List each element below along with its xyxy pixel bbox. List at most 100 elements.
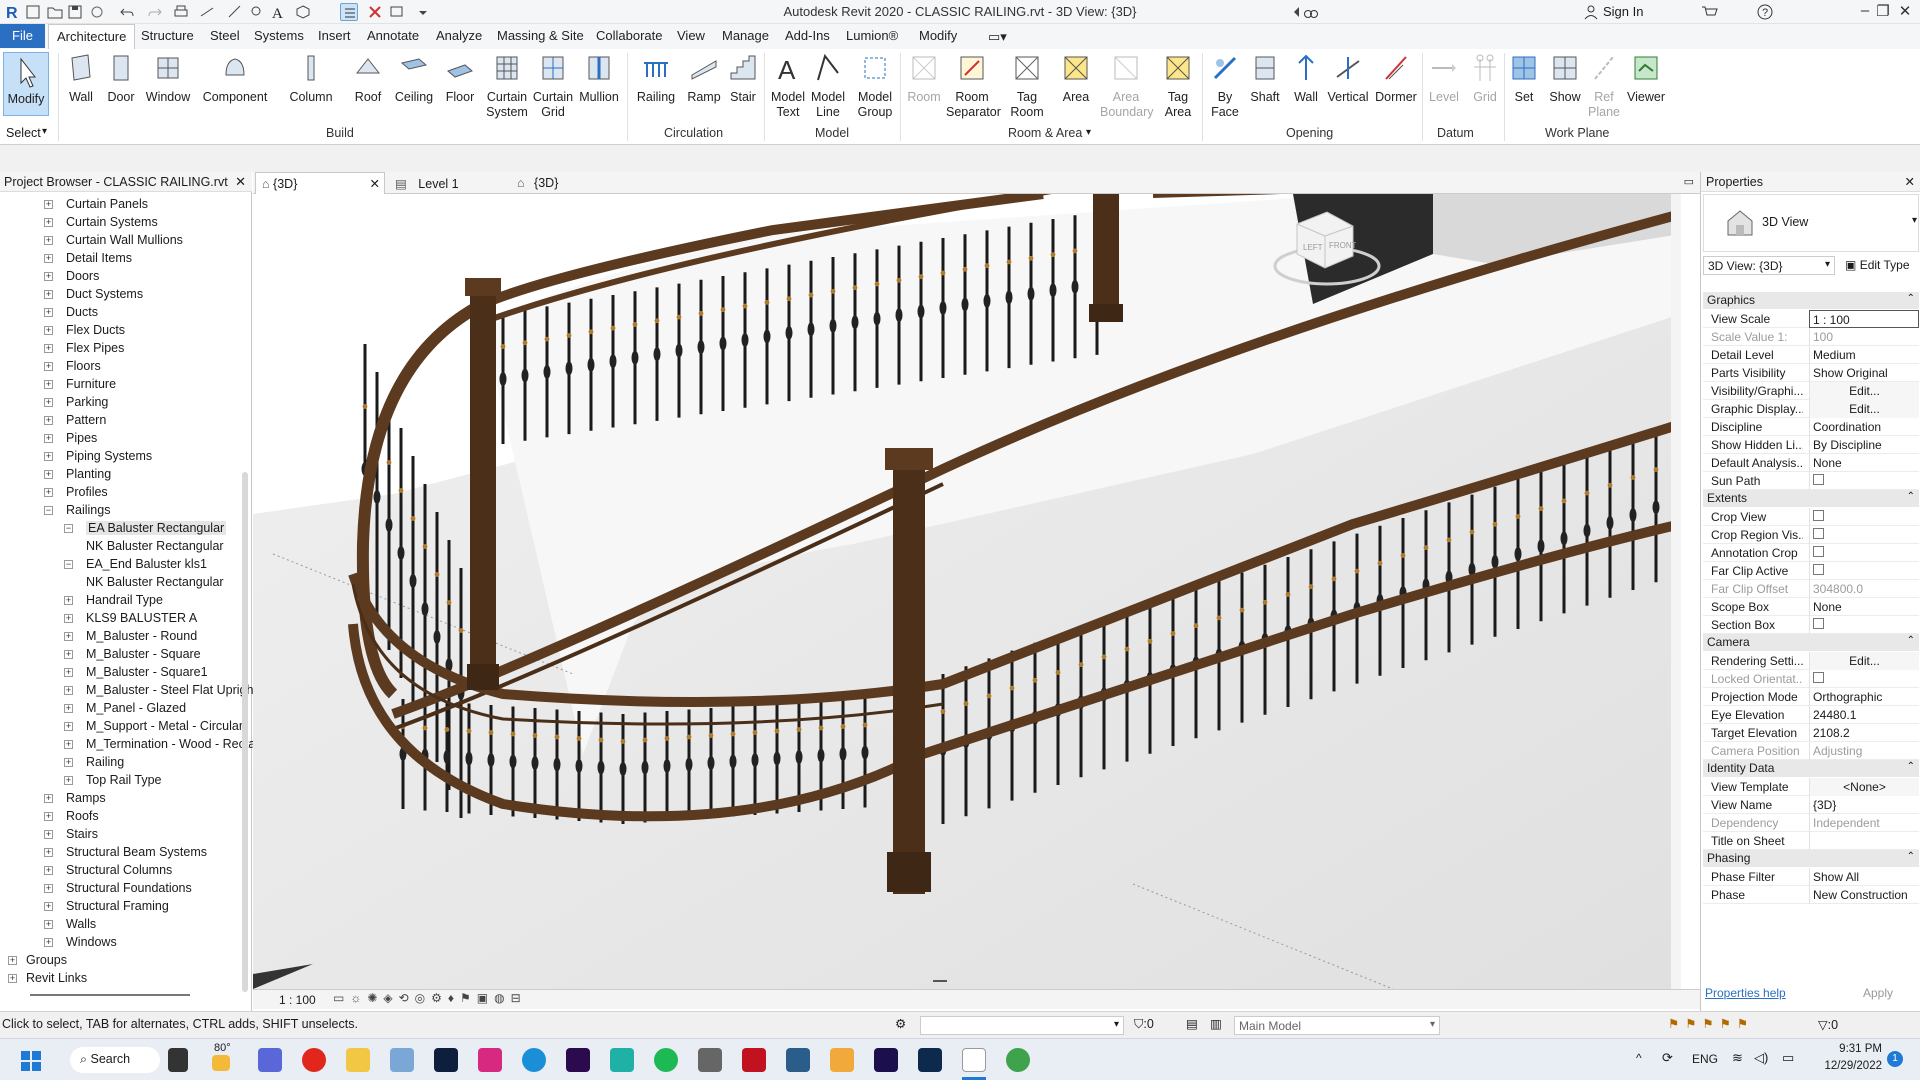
tab-steel[interactable]: Steel [210,28,240,43]
tree-item[interactable]: Railings [66,503,110,517]
grid-button[interactable]: Grid [1468,53,1502,105]
property-value[interactable]: Medium [1809,346,1919,364]
wifi-icon[interactable]: ≋ [1732,1050,1743,1066]
expand-toggle[interactable]: + [44,470,53,479]
tree-item[interactable]: Top Rail Type [86,773,162,787]
tree-item[interactable]: Curtain Panels [66,197,148,211]
property-group-header[interactable]: Graphics ⌃ [1703,292,1919,309]
property-checkbox[interactable] [1809,562,1919,580]
tree-item[interactable]: Roofs [66,809,99,823]
property-group-header[interactable]: Camera ⌃ [1703,634,1919,651]
set-button[interactable]: Set [1504,53,1544,105]
tab-modify[interactable]: Modify [919,28,957,43]
close-icon[interactable]: ✕ [370,176,380,191]
chevron-up-icon[interactable]: ⌃ [1907,851,1915,862]
network-status-icon[interactable]: ⟳ [1662,1050,1673,1066]
design-options-icon[interactable]: ▥ [1210,1016,1222,1031]
close-button[interactable]: ✕ [1894,2,1916,22]
close-icon[interactable]: ✕ [235,174,246,190]
photoshop-icon[interactable] [918,1048,942,1072]
weather-widget[interactable]: 80° [214,1042,231,1054]
tag-room-button[interactable]: Tag Room [1006,53,1048,120]
expand-toggle[interactable]: + [44,452,53,461]
expand-toggle[interactable]: + [44,884,53,893]
property-value[interactable]: 24480.1 [1809,706,1919,724]
modify-button[interactable]: Modify [3,52,49,116]
expand-toggle[interactable]: + [44,200,53,209]
property-value[interactable]: Orthographic [1809,688,1919,706]
tree-item[interactable]: Ramps [66,791,106,805]
vertical-button[interactable]: Vertical [1326,53,1370,105]
view-control-icons[interactable]: ▭☼✺◈⟲◎⚙♦⚑▣◍⊟ [333,991,527,1005]
shaft-button[interactable]: Shaft [1246,53,1284,105]
filter-count[interactable]: ⛉:0 [1134,1017,1154,1032]
property-checkbox[interactable] [1809,526,1919,544]
task-view-icon[interactable] [168,1048,188,1072]
battery-icon[interactable]: ▭ [1782,1050,1794,1066]
window-button[interactable]: Window [144,53,192,105]
ceiling-button[interactable]: Ceiling [392,53,436,105]
worksets-icon[interactable]: ⚙ [895,1016,906,1031]
tab-structure[interactable]: Structure [141,28,194,43]
expand-toggle[interactable]: + [8,956,17,965]
collapse-toggle[interactable]: − [64,560,73,569]
chevron-up-icon[interactable]: ⌃ [1907,491,1915,502]
tree-item[interactable]: Flex Ducts [66,323,125,337]
tab-analyze[interactable]: Analyze [436,28,482,43]
expand-toggle[interactable]: + [44,254,53,263]
design-option-dropdown[interactable]: Main Model ▾ [1234,1016,1440,1035]
collapse-toggle[interactable]: − [64,524,73,533]
expand-toggle[interactable]: + [44,794,53,803]
windows-start-icon[interactable] [20,1050,42,1072]
checkbox[interactable] [1813,528,1824,539]
tree-item[interactable]: NK Baluster Rectangular [86,575,224,589]
expand-toggle[interactable]: + [44,380,53,389]
roof-button[interactable]: Roof [350,53,386,105]
sketchup-icon[interactable] [786,1048,810,1072]
expand-toggle[interactable]: + [64,596,73,605]
model-group-button[interactable]: Model Group [854,53,896,120]
property-edit-button[interactable]: Edit... [1809,652,1919,670]
column-button[interactable]: Column [288,53,334,105]
floor-button[interactable]: Floor [442,53,478,105]
tab-manage[interactable]: Manage [722,28,769,43]
chevron-up-icon[interactable]: ⌃ [1907,635,1915,646]
property-value[interactable]: 2108.2 [1809,724,1919,742]
tab-insert[interactable]: Insert [318,28,351,43]
tree-item[interactable]: Railing [86,755,124,769]
tree-item[interactable]: NK Baluster Rectangular [86,539,224,553]
instagram-icon[interactable] [478,1048,502,1072]
tree-item[interactable]: KLS9 BALUSTER A [86,611,197,625]
checkbox[interactable] [1813,672,1824,683]
edge-icon[interactable] [522,1048,546,1072]
select-dropdown[interactable]: Select [6,126,41,140]
expand-toggle[interactable]: + [8,974,17,983]
tree-item[interactable]: Parking [66,395,108,409]
revit-taskbar-icon[interactable] [962,1048,986,1072]
ramp-button[interactable]: Ramp [686,53,722,105]
tree-item[interactable]: EA Baluster Rectangular [86,521,227,535]
tabs-menu-icon[interactable]: ▭ [1684,175,1694,188]
show-button[interactable]: Show [1546,53,1584,105]
tree-item[interactable]: Structural Framing [66,899,169,913]
tree-item[interactable]: Structural Columns [66,863,172,877]
checkbox[interactable] [1813,618,1824,629]
expand-toggle[interactable]: + [64,632,73,641]
property-value[interactable]: New Construction [1809,886,1919,904]
expand-toggle[interactable]: + [44,812,53,821]
expand-toggle[interactable]: + [64,614,73,623]
property-edit-button[interactable]: <None> [1809,778,1919,796]
teams-icon[interactable] [258,1048,282,1072]
tree-item[interactable]: Duct Systems [66,287,143,301]
expand-toggle[interactable]: + [44,920,53,929]
property-edit-button[interactable]: Edit... [1809,382,1919,400]
tree-item[interactable]: Windows [66,935,117,949]
expand-toggle[interactable]: + [44,344,53,353]
chevron-up-icon[interactable]: ^ [1636,1051,1642,1065]
selection-toggle-icons[interactable]: ⚑⚑⚑⚑⚑ [1668,1016,1754,1031]
expand-toggle[interactable]: + [44,938,53,947]
expand-toggle[interactable]: + [64,704,73,713]
tree-item[interactable]: Curtain Systems [66,215,158,229]
property-checkbox[interactable] [1809,544,1919,562]
tab-massing-site[interactable]: Massing & Site [497,28,584,43]
